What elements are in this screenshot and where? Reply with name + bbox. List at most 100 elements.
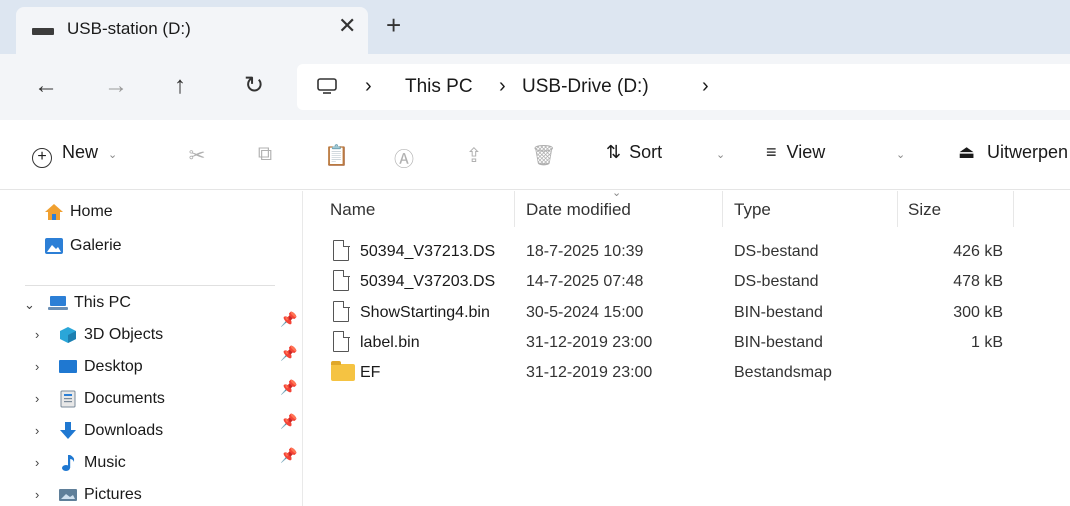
new-tab-button[interactable]: + bbox=[386, 12, 401, 38]
navigation-bar: ← → ↑ ↻ › This PC › USB-Drive (D:) › bbox=[0, 54, 1070, 120]
file-icon bbox=[333, 239, 350, 261]
pin-icon[interactable]: 📌 bbox=[280, 345, 297, 362]
new-label: New bbox=[62, 142, 99, 162]
sidebar-item-pictures[interactable]: Pictures bbox=[58, 486, 142, 504]
forward-button[interactable]: → bbox=[104, 74, 128, 98]
close-tab-icon[interactable]: ✕ bbox=[338, 13, 356, 39]
sidebar-item-galerie[interactable]: Galerie bbox=[44, 237, 122, 255]
folder-icon bbox=[331, 361, 355, 381]
file-size: 1 kB bbox=[970, 334, 1003, 351]
file-name: label.bin bbox=[360, 334, 420, 351]
pin-icon[interactable]: 📌 bbox=[280, 311, 297, 328]
file-row[interactable]: 50394_V37213.DS 18-7-2025 10:39 DS-besta… bbox=[303, 237, 1070, 267]
file-row[interactable]: ShowStarting4.bin 30-5-2024 15:00 BIN-be… bbox=[303, 298, 1070, 328]
file-size: 478 kB bbox=[953, 273, 1003, 290]
pin-icon[interactable]: 📌 bbox=[280, 447, 297, 464]
file-row[interactable]: 50394_V37203.DS 14-7-2025 07:48 DS-besta… bbox=[303, 267, 1070, 297]
view-lines-icon: ≡ bbox=[766, 142, 777, 162]
file-size: 426 kB bbox=[953, 243, 1003, 260]
breadcrumb-this-pc[interactable]: This PC bbox=[405, 76, 473, 98]
sidebar-item-label: Home bbox=[70, 203, 113, 220]
chevron-right-icon[interactable]: › bbox=[35, 423, 39, 438]
rename-icon[interactable]: Ⓐ bbox=[393, 143, 415, 171]
file-name: 50394_V37203.DS bbox=[360, 273, 496, 290]
chevron-right-icon[interactable]: › bbox=[35, 455, 39, 470]
up-button[interactable]: ↑ bbox=[174, 74, 186, 98]
chevron-down-icon: ⌄ bbox=[108, 149, 118, 161]
file-date: 31-12-2019 23:00 bbox=[526, 364, 653, 381]
refresh-button[interactable]: ↻ bbox=[244, 74, 264, 98]
column-header-name[interactable]: Name bbox=[330, 200, 375, 220]
paste-icon[interactable]: 📋 bbox=[324, 143, 349, 167]
drive-icon bbox=[32, 28, 54, 35]
sidebar-item-this-pc[interactable]: This PC bbox=[48, 294, 131, 312]
file-name: ShowStarting4.bin bbox=[360, 304, 490, 321]
sort-label: Sort bbox=[629, 142, 663, 162]
sidebar-item-downloads[interactable]: Downloads bbox=[58, 422, 163, 440]
column-divider[interactable] bbox=[722, 191, 723, 227]
computer-icon bbox=[48, 296, 68, 310]
cut-icon[interactable]: ✂ bbox=[186, 143, 208, 167]
breadcrumb-separator[interactable]: › bbox=[702, 75, 709, 98]
column-header-size[interactable]: Size bbox=[908, 200, 941, 220]
computer-icon bbox=[317, 78, 337, 94]
file-type: DS-bestand bbox=[734, 273, 819, 290]
file-type: Bestandsmap bbox=[734, 364, 832, 381]
column-header-type[interactable]: Type bbox=[734, 200, 771, 220]
sidebar-item-3d-objects[interactable]: 3D Objects bbox=[58, 326, 163, 344]
chevron-right-icon[interactable]: › bbox=[35, 359, 39, 374]
sidebar-item-label: Pictures bbox=[84, 486, 142, 503]
file-date: 14-7-2025 07:48 bbox=[526, 273, 644, 290]
share-icon[interactable]: ⇪ bbox=[463, 143, 485, 167]
column-divider[interactable] bbox=[897, 191, 898, 227]
view-label: View bbox=[786, 142, 826, 162]
sort-chevron-icon[interactable]: ⌄ bbox=[716, 148, 725, 161]
tab-title: USB-station (D:) bbox=[67, 19, 191, 38]
sidebar-item-label: Documents bbox=[84, 390, 165, 407]
column-header-date-modified[interactable]: Date modified bbox=[526, 200, 631, 220]
chevron-right-icon[interactable]: › bbox=[35, 391, 39, 406]
file-icon bbox=[333, 269, 350, 291]
sidebar-divider bbox=[25, 285, 275, 286]
sidebar-item-label: Galerie bbox=[70, 237, 122, 254]
address-bar[interactable]: › This PC › USB-Drive (D:) › bbox=[297, 64, 1070, 110]
sidebar-item-label: Desktop bbox=[84, 358, 143, 375]
tab-usb-station[interactable]: USB-station (D:) ✕ bbox=[16, 7, 368, 54]
view-button[interactable]: ≡ View bbox=[766, 142, 825, 163]
sidebar-item-home[interactable]: Home bbox=[44, 203, 113, 221]
sort-button[interactable]: ⇅ Sort bbox=[606, 142, 662, 163]
column-divider[interactable] bbox=[1013, 191, 1014, 227]
delete-icon[interactable]: 🗑 bbox=[531, 143, 556, 167]
file-date: 31-12-2019 23:00 bbox=[526, 334, 653, 351]
pin-icon[interactable]: 📌 bbox=[280, 379, 297, 396]
music-icon bbox=[62, 455, 75, 471]
sidebar-item-desktop[interactable]: Desktop bbox=[58, 358, 143, 376]
chevron-down-icon[interactable]: ⌄ bbox=[24, 297, 35, 313]
sidebar-item-label: 3D Objects bbox=[84, 326, 164, 343]
eject-icon: ⏏ bbox=[958, 142, 976, 162]
back-button[interactable]: ← bbox=[34, 74, 58, 98]
home-icon bbox=[45, 204, 63, 220]
sort-icon: ⇅ bbox=[606, 142, 622, 162]
file-date: 30-5-2024 15:00 bbox=[526, 304, 644, 321]
view-chevron-icon[interactable]: ⌄ bbox=[896, 148, 905, 161]
pin-icon[interactable]: 📌 bbox=[280, 413, 297, 430]
copy-icon[interactable]: ⧉ bbox=[254, 143, 276, 167]
eject-label: Uitwerpen bbox=[987, 142, 1069, 162]
sidebar-item-label: Music bbox=[84, 454, 126, 471]
sidebar-item-music[interactable]: Music bbox=[58, 454, 126, 472]
sidebar-item-documents[interactable]: Documents bbox=[58, 390, 165, 408]
desktop-icon bbox=[59, 360, 77, 373]
download-icon bbox=[60, 422, 76, 439]
chevron-right-icon[interactable]: › bbox=[35, 487, 39, 502]
eject-button[interactable]: ⏏ Uitwerpen bbox=[958, 142, 1068, 163]
gallery-icon bbox=[45, 238, 63, 254]
file-icon bbox=[333, 300, 350, 322]
file-row[interactable]: label.bin 31-12-2019 23:00 BIN-bestand 1… bbox=[303, 328, 1070, 358]
chevron-right-icon[interactable]: › bbox=[35, 327, 39, 342]
folder-row[interactable]: EF 31-12-2019 23:00 Bestandsmap bbox=[303, 358, 1070, 388]
breadcrumb-usb-drive[interactable]: USB-Drive (D:) bbox=[522, 76, 649, 98]
column-divider[interactable] bbox=[514, 191, 515, 227]
file-name: EF bbox=[360, 364, 381, 381]
new-button[interactable]: + New ⌄ bbox=[32, 142, 117, 168]
